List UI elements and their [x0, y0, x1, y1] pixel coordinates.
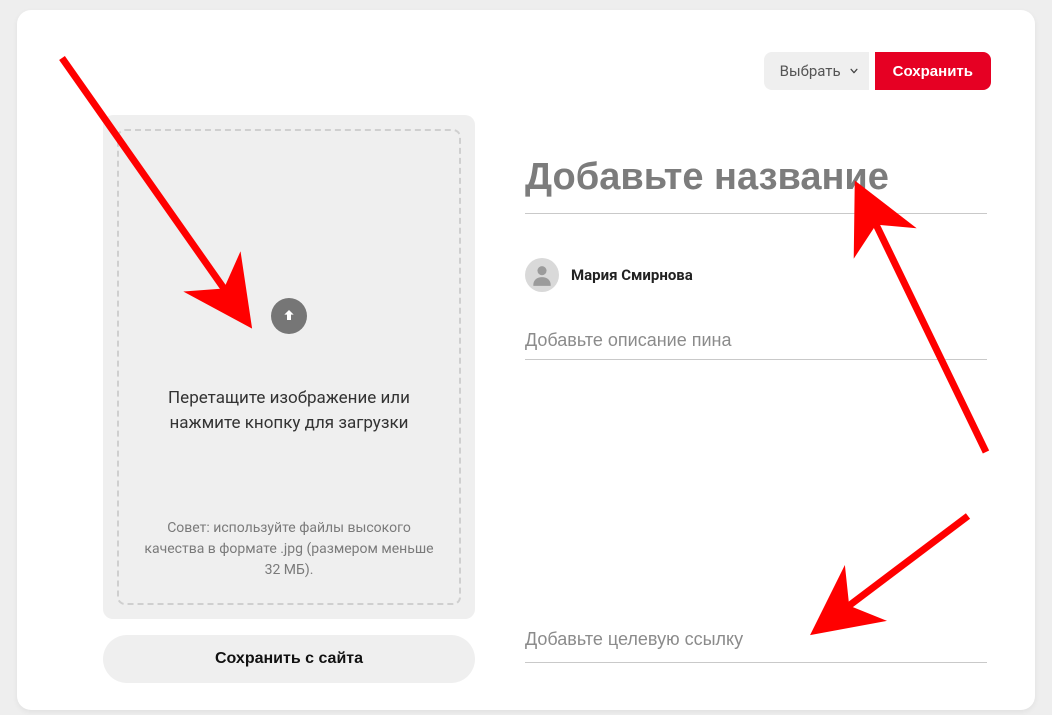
upload-column: Перетащите изображение или нажмите кнопк…	[103, 115, 475, 683]
save-from-site-button[interactable]: Сохранить с сайта	[103, 635, 475, 683]
save-button[interactable]: Сохранить	[875, 52, 991, 90]
author-row: Мария Смирнова	[525, 258, 987, 292]
upload-arrow-icon	[271, 298, 307, 334]
upload-dropzone[interactable]: Перетащите изображение или нажмите кнопк…	[117, 129, 461, 605]
description-input[interactable]	[525, 326, 987, 360]
upload-tip-text: Совет: используйте файлы высокого качест…	[119, 518, 459, 581]
user-icon	[529, 262, 555, 288]
avatar	[525, 258, 559, 292]
chevron-down-icon	[849, 66, 859, 76]
board-select-label: Выбрать	[780, 62, 841, 80]
upload-instruction-text: Перетащите изображение или нажмите кнопк…	[159, 386, 419, 437]
board-select-button[interactable]: Выбрать	[764, 52, 869, 90]
author-name: Мария Смирнова	[571, 266, 693, 284]
title-input[interactable]	[525, 150, 987, 214]
pin-composer-panel: Выбрать Сохранить Перетащите изображение…	[17, 10, 1035, 710]
destination-link-input[interactable]	[525, 625, 987, 663]
form-column: Мария Смирнова	[525, 150, 987, 360]
top-controls: Выбрать Сохранить	[764, 52, 991, 90]
upload-area[interactable]: Перетащите изображение или нажмите кнопк…	[103, 115, 475, 619]
